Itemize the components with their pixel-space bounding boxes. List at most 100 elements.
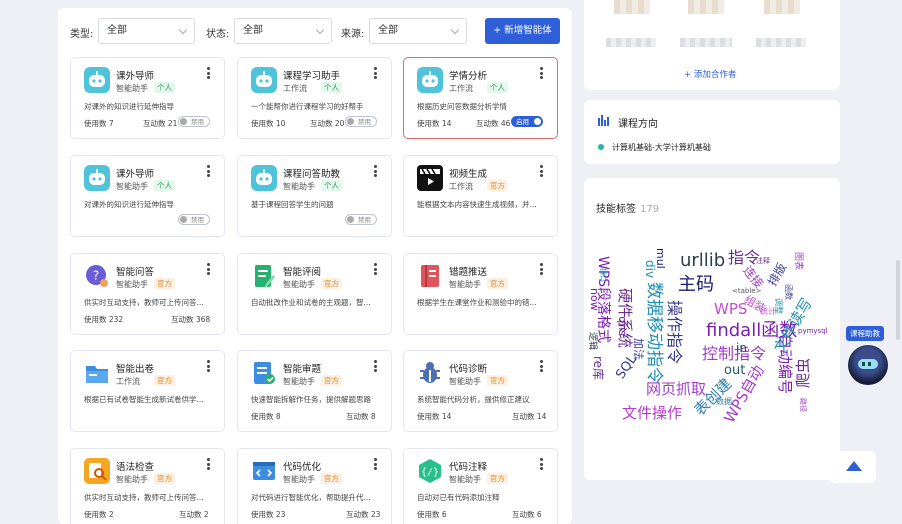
agent-name: 语法检查: [116, 462, 155, 473]
agent-card[interactable]: 智能审题 智能助手 官方 快速智能拆解作任务，提供解题思路 使用数 8 互动数 8: [237, 350, 392, 432]
type-filter-select[interactable]: 全部: [98, 18, 195, 44]
collaborator-avatar[interactable]: [688, 0, 724, 14]
robot-icon: [417, 67, 443, 93]
agent-card[interactable]: {/} 代码注释 智能助手 官方 自动对已有代码添加注释 使用数 6 互动数 6: [403, 448, 558, 524]
more-vertical-icon[interactable]: [207, 458, 210, 470]
agent-enable-toggle[interactable]: 禁用: [178, 116, 210, 127]
skill-tag-word[interactable]: 操作指令: [665, 300, 684, 364]
more-vertical-icon[interactable]: [207, 165, 210, 177]
agent-interaction-count: 互动数 20: [310, 119, 345, 128]
more-vertical-icon[interactable]: [374, 67, 377, 79]
agent-enable-toggle[interactable]: 启用: [511, 116, 543, 127]
agent-interaction-count: 互动数 8: [346, 412, 376, 421]
agent-enable-toggle[interactable]: 禁用: [345, 214, 377, 225]
agent-interaction-count: 互动数 46: [476, 119, 511, 128]
skill-tag-word[interactable]: 路径: [799, 398, 807, 412]
agent-type: 智能助手: [283, 475, 315, 484]
agent-usage-count: 使用数 14: [417, 119, 452, 128]
skill-tag-word[interactable]: <table>: [732, 288, 761, 295]
agent-interaction-count: 互动数 2: [179, 510, 209, 519]
course-assistant-avatar[interactable]: [848, 345, 888, 385]
skill-tag-word[interactable]: out: [724, 364, 745, 377]
add-agent-button[interactable]: + 新增智能体: [485, 18, 560, 44]
skill-tag-word[interactable]: re库: [591, 356, 605, 380]
code-brace-icon: {/}: [417, 458, 443, 484]
source-filter-select[interactable]: 全部: [369, 18, 467, 44]
skill-tag-word[interactable]: 控制指令: [702, 346, 766, 362]
more-vertical-icon[interactable]: [540, 360, 543, 372]
status-filter-select[interactable]: 全部: [234, 18, 332, 44]
more-vertical-icon[interactable]: [540, 67, 543, 79]
skill-tag-word[interactable]: 网页抓取: [646, 382, 706, 397]
skill-tag-word[interactable]: 逻辑: [587, 332, 597, 350]
more-vertical-icon[interactable]: [207, 360, 210, 372]
agent-name: 智能审题: [283, 364, 322, 375]
agent-type: 工作流: [283, 84, 307, 93]
skill-tag-word[interactable]: urllib: [680, 252, 725, 270]
agent-name: 错题推送: [449, 267, 488, 278]
agent-description: 根据历史问答数据分析学情: [417, 102, 507, 111]
skill-tag-word[interactable]: 图表: [793, 252, 803, 270]
agent-card[interactable]: 语法检查 智能助手 官方 供实时互动支持，教师可上传问答... 使用数 2 互动数 2: [70, 448, 225, 524]
more-vertical-icon[interactable]: [540, 263, 543, 275]
agent-card[interactable]: 课外导师 智能助手 个人 对课外的知识进行延伸指导 禁用: [70, 155, 225, 237]
status-filter-label: 状态:: [206, 29, 230, 40]
more-vertical-icon[interactable]: [207, 263, 210, 275]
skill-tag-word[interactable]: 数据: [716, 398, 732, 406]
agent-card[interactable]: 学情分析 工作流 个人 根据历史问答数据分析学情 使用数 14 互动数 46 启用: [403, 57, 558, 139]
collaborator-avatar[interactable]: [614, 0, 650, 14]
skill-tag-word[interactable]: now: [588, 288, 601, 311]
agent-type: 智能助手: [449, 280, 481, 289]
agent-source-tag: 官方: [154, 473, 175, 484]
agent-card[interactable]: 代码诊断 智能助手 官方 系统智能代码分析，提供修正建议 使用数 14 互动数 14: [403, 350, 558, 432]
skill-tag-word[interactable]: 函数: [784, 284, 793, 300]
more-vertical-icon[interactable]: [374, 263, 377, 275]
agent-card[interactable]: 智能出卷 工作流 官方 根据已有试卷智能生成新试卷供学...: [70, 350, 225, 432]
skill-tag-word[interactable]: 主码: [678, 276, 714, 294]
skill-tag-word[interactable]: mul: [654, 248, 667, 269]
skill-tag-word[interactable]: 文件操作: [622, 406, 682, 421]
skill-tag-word[interactable]: 调整: [774, 298, 783, 314]
back-to-top-button[interactable]: [830, 451, 876, 483]
agent-card[interactable]: ? 智能问答 智能助手 官方 供实时互动支持，教师可上传问答... 使用数 232 互动数 …: [70, 253, 225, 335]
agent-card[interactable]: 智能评阅 智能助手 官方 自动批改作业和试卷的主观题，智...: [237, 253, 392, 335]
skill-tags-panel: 技能标签 179 urllib 主码 指令 WPS findall函数 控制指令 out 数据移…: [584, 178, 840, 480]
agent-name: 智能评阅: [283, 267, 322, 278]
agent-card[interactable]: 视频生成 工作流 官方 能根据文本内容快速生成视频，并...: [403, 155, 558, 237]
agent-description: 供实时互动支持，教师可上传问答...: [84, 298, 204, 307]
agent-usage-count: 使用数 23: [251, 510, 286, 519]
page-scrollbar[interactable]: [896, 260, 900, 340]
collaborator-avatar[interactable]: [764, 0, 800, 14]
skill-tag-word[interactable]: 注释: [756, 258, 770, 265]
skill-tag-word[interactable]: pymysql: [798, 328, 828, 335]
skill-tag-word[interactable]: 接口: [599, 268, 607, 282]
agent-name: 课程问答助教: [283, 169, 341, 180]
more-vertical-icon[interactable]: [540, 165, 543, 177]
agent-enable-toggle[interactable]: 禁用: [345, 116, 377, 127]
agent-type: 智能助手: [283, 377, 315, 386]
agent-card[interactable]: 课程学习助手 工作流 个人 一个能帮你进行课程学习的好帮手 使用数 10 互动数 20 禁用: [237, 57, 392, 139]
skill-tag-word[interactable]: 爬虫: [794, 358, 812, 388]
more-vertical-icon[interactable]: [374, 360, 377, 372]
agent-card[interactable]: 代码优化 智能助手 官方 对代码进行智能优化，帮助提升代... 使用数 23 互动数 23: [237, 448, 392, 524]
agent-description: 对代码进行智能优化，帮助提升代...: [251, 493, 371, 502]
skill-tag-word[interactable]: 加法: [632, 338, 645, 360]
agent-name: 学情分析: [449, 71, 488, 82]
agent-enable-toggle[interactable]: 禁用: [178, 214, 210, 225]
add-collaborator-link[interactable]: + 添加合作者: [684, 68, 736, 80]
chevron-down-icon: [450, 25, 460, 35]
more-vertical-icon[interactable]: [540, 458, 543, 470]
agent-type: 智能助手: [449, 377, 481, 386]
agent-card[interactable]: 课外导师 智能助手 个人 对课外的知识进行延伸指导 使用数 7 互动数 21 禁用: [70, 57, 225, 139]
agent-card[interactable]: 课程问答助教 智能助手 个人 基于课程回答学生的问题 禁用: [237, 155, 392, 237]
more-vertical-icon[interactable]: [374, 165, 377, 177]
agent-source-tag: 个人: [487, 82, 508, 93]
agent-type: 智能助手: [283, 182, 315, 191]
more-vertical-icon[interactable]: [374, 458, 377, 470]
skill-tag-word[interactable]: sub: [615, 316, 628, 336]
more-vertical-icon[interactable]: [207, 67, 210, 79]
skill-tag-word[interactable]: in: [736, 342, 747, 354]
agent-card[interactable]: 错题推送 智能助手 官方 根据学生在课堂作业和测验中的错...: [403, 253, 558, 335]
skill-tag-word[interactable]: 数据移动指令: [644, 282, 664, 384]
agent-source-tag: 官方: [487, 473, 508, 484]
